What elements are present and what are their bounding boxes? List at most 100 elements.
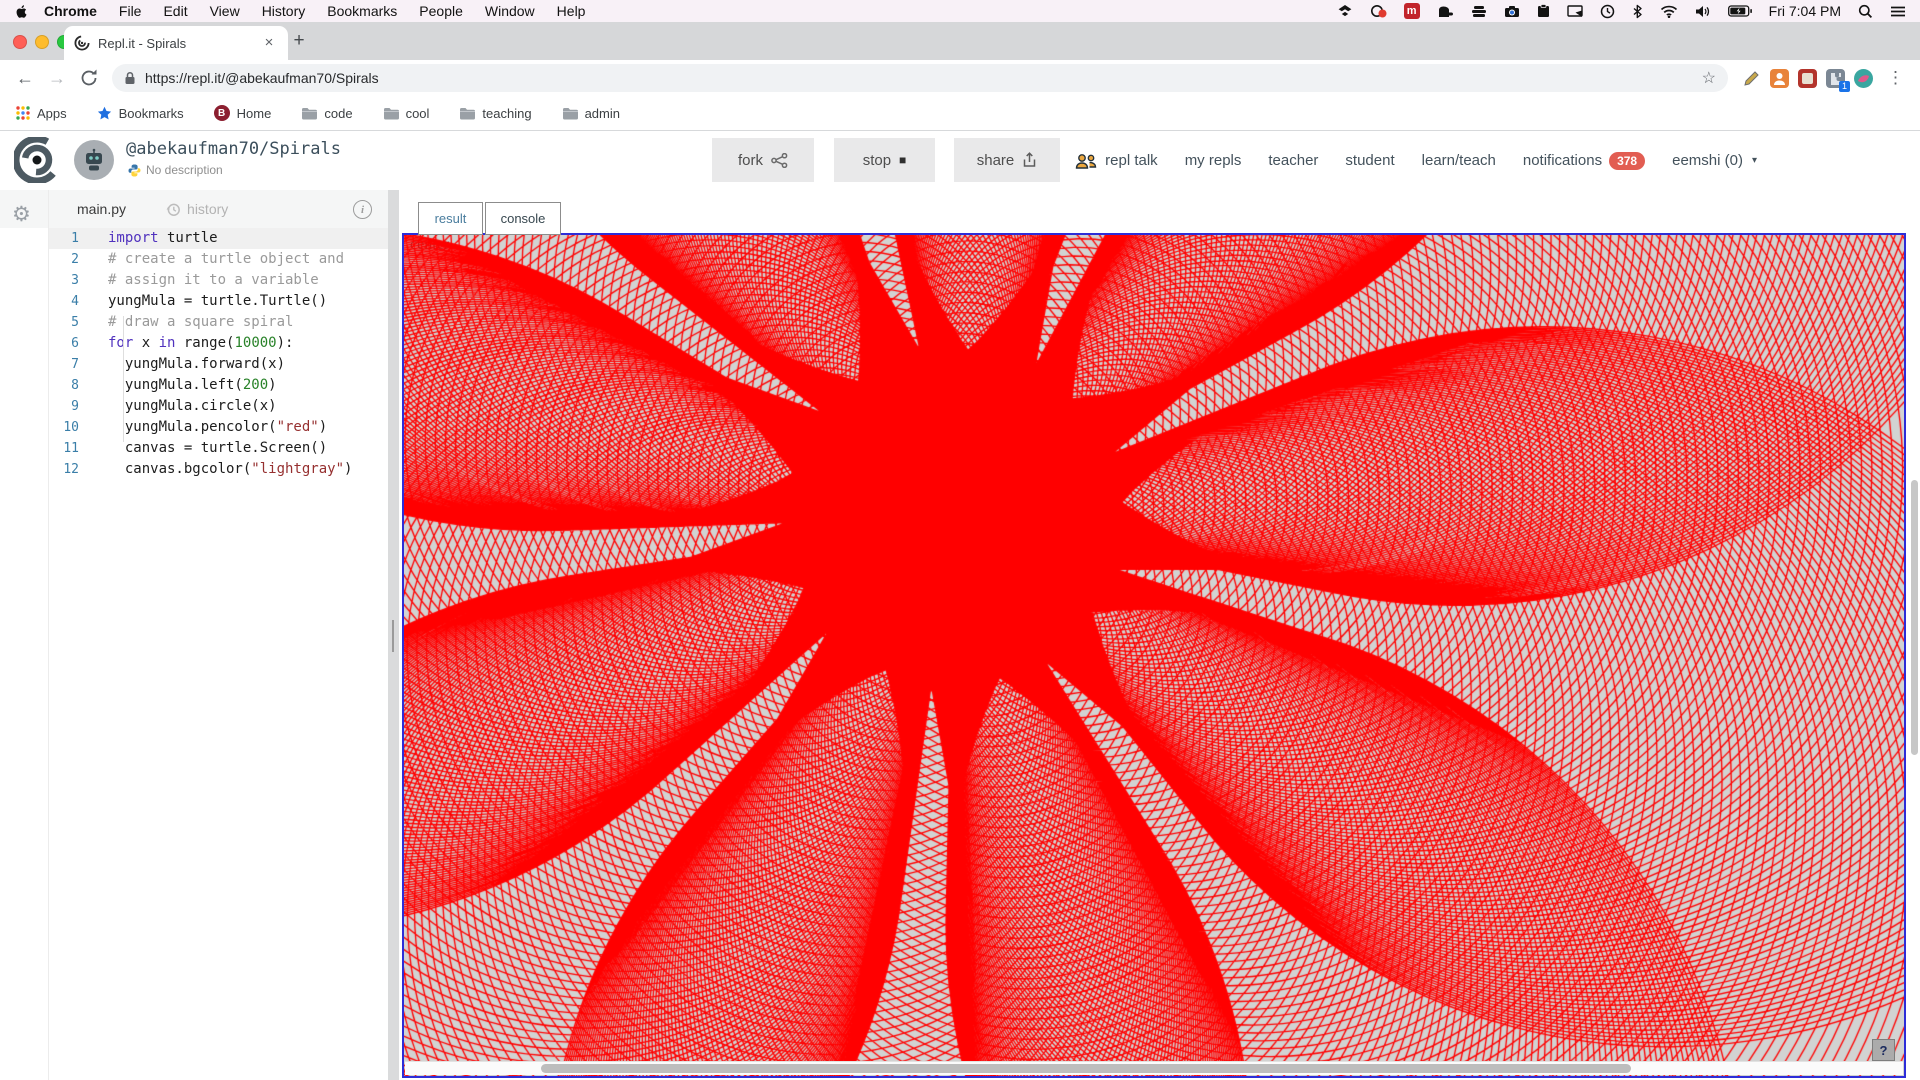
bookmark-apps-label: Apps (37, 106, 67, 121)
red-extension-icon[interactable] (1798, 69, 1817, 88)
header-nav: repl talk my repls teacher student learn… (1074, 131, 1757, 190)
bookmark-bookmarks[interactable]: Bookmarks (97, 106, 184, 121)
tab-close-icon[interactable]: × (260, 34, 278, 52)
orange-extension-icon[interactable] (1770, 69, 1789, 88)
bookmark-home[interactable]: B Home (214, 105, 272, 121)
screen-record-icon[interactable] (1370, 4, 1387, 18)
menu-item-file[interactable]: File (108, 0, 153, 22)
forward-icon[interactable]: → (42, 64, 72, 92)
menu-item-view[interactable]: View (199, 0, 251, 22)
code-lines[interactable]: 1import turtle2# create a turtle object … (49, 228, 388, 480)
user-avatar[interactable] (74, 140, 114, 180)
back-icon[interactable]: ← (10, 64, 40, 92)
camera-icon[interactable] (1504, 5, 1520, 18)
editor-tabs: main.py history i (49, 190, 388, 228)
menu-item-chrome[interactable]: Chrome (33, 0, 108, 22)
repl-title[interactable]: @abekaufman70/Spirals (126, 139, 341, 159)
nav-repl-talk[interactable]: repl talk (1074, 152, 1158, 169)
notifications-badge: 378 (1609, 152, 1645, 170)
tab-console[interactable]: console (485, 202, 561, 235)
display-mirroring-icon[interactable] (1567, 5, 1583, 18)
line-number: 1 (49, 228, 79, 249)
browser-tab[interactable]: Repl.it - Spirals × (64, 26, 288, 60)
account-menu[interactable]: eemshi (0) ▾ (1672, 152, 1757, 169)
code-line: 9 yungMula.circle(x) (49, 396, 388, 417)
menu-item-people[interactable]: People (408, 0, 474, 22)
notification-center-icon[interactable] (1890, 5, 1906, 18)
new-tab-button[interactable]: + (286, 28, 312, 54)
battery-charging-icon[interactable] (1728, 5, 1752, 17)
bookmark-apps[interactable]: Apps (16, 106, 67, 121)
code-editor[interactable]: main.py history i 1import turtle2# creat… (49, 190, 388, 1080)
menu-item-help[interactable]: Help (546, 0, 597, 22)
chrome-menu-icon[interactable]: ⋮ (1881, 68, 1910, 88)
nav-my-repls-label: my repls (1185, 152, 1242, 169)
clipboard-icon[interactable] (1537, 4, 1550, 18)
macos-menu-bar: Chrome File Edit View History Bookmarks … (0, 0, 1920, 22)
bookmark-folder-cool[interactable]: cool (383, 106, 430, 121)
line-number: 3 (49, 270, 79, 291)
spotlight-search-icon[interactable] (1858, 4, 1873, 19)
menu-item-edit[interactable]: Edit (152, 0, 198, 22)
replit-logo[interactable] (14, 137, 60, 183)
bookmark-folder-label: admin (585, 106, 620, 121)
nav-learn-teach[interactable]: learn/teach (1422, 152, 1496, 169)
nav-teacher[interactable]: teacher (1268, 152, 1318, 169)
nav-student[interactable]: student (1345, 152, 1394, 169)
menu-item-bookmarks[interactable]: Bookmarks (316, 0, 408, 22)
wifi-icon[interactable] (1660, 5, 1678, 18)
menu-bar-clock[interactable]: Fri 7:04 PM (1769, 3, 1841, 19)
bookmark-folder-code[interactable]: code (301, 106, 352, 121)
settings-gear-icon[interactable]: ⚙ (12, 204, 31, 225)
scrollbar-thumb[interactable] (541, 1064, 1631, 1073)
minimize-window-button[interactable] (35, 35, 49, 49)
bluetooth-icon[interactable] (1632, 4, 1643, 19)
badged-extension-icon[interactable]: 1 (1826, 69, 1845, 88)
pen-extension-icon[interactable] (1742, 69, 1761, 88)
time-machine-icon[interactable] (1600, 4, 1615, 19)
share-icon (1022, 152, 1037, 168)
evernote-icon[interactable] (1437, 5, 1454, 18)
bookmark-folder-label: teaching (482, 106, 531, 121)
bookmark-folder-teaching[interactable]: teaching (459, 106, 531, 121)
tab-result[interactable]: result (418, 202, 483, 235)
m-app-icon[interactable]: m (1404, 3, 1420, 19)
stop-icon: ■ (899, 153, 906, 167)
extension-badge: 1 (1839, 81, 1850, 92)
menu-item-history[interactable]: History (251, 0, 317, 22)
url-text[interactable]: https://repl.it/@abekaufman70/Spirals (145, 70, 1693, 86)
bookmark-star-icon[interactable]: ☆ (1702, 68, 1716, 88)
nav-notifications[interactable]: notifications 378 (1523, 152, 1645, 170)
help-button[interactable]: ? (1872, 1039, 1895, 1061)
bookmark-folder-label: cool (406, 106, 430, 121)
stack-icon[interactable] (1471, 5, 1487, 18)
tab-main-py[interactable]: main.py (77, 201, 126, 217)
bookmark-folder-admin[interactable]: admin (562, 106, 620, 121)
info-icon[interactable]: i (353, 200, 372, 219)
dropbox-icon[interactable] (1337, 4, 1353, 18)
canvas-horizontal-scrollbar[interactable] (405, 1061, 1903, 1075)
volume-icon[interactable] (1695, 5, 1711, 18)
profile-avatar-icon[interactable] (1854, 69, 1873, 88)
nav-teacher-label: teacher (1268, 152, 1318, 169)
line-number: 5 (49, 312, 79, 333)
repl-talk-icon (1074, 153, 1098, 169)
stop-button[interactable]: stop ■ (834, 138, 935, 182)
share-button[interactable]: share (954, 138, 1060, 182)
splitter-handle[interactable] (392, 620, 394, 652)
browser-toolbar: ← → https://repl.it/@abekaufman70/Spiral… (0, 60, 1920, 96)
page-vertical-scrollbar[interactable] (1911, 480, 1918, 755)
pane-splitter[interactable] (388, 190, 399, 1080)
close-window-button[interactable] (13, 35, 27, 49)
apple-menu-icon[interactable] (14, 4, 29, 19)
address-bar[interactable]: https://repl.it/@abekaufman70/Spirals ☆ (112, 64, 1728, 92)
python-icon (128, 164, 141, 177)
fork-button[interactable]: fork (712, 138, 814, 182)
bookmark-home-label: Home (237, 106, 272, 121)
reload-icon[interactable] (74, 64, 104, 92)
menu-item-window[interactable]: Window (474, 0, 546, 22)
lock-icon (124, 71, 136, 85)
tab-history[interactable]: history (166, 201, 228, 217)
nav-learn-teach-label: learn/teach (1422, 152, 1496, 169)
nav-my-repls[interactable]: my repls (1185, 152, 1242, 169)
